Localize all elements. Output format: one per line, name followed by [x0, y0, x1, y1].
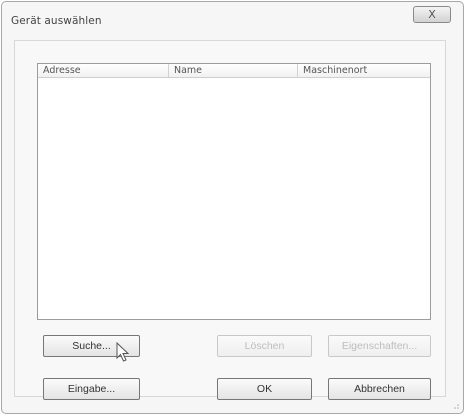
dialog-title: Gerät auswählen: [11, 15, 102, 27]
column-header-name[interactable]: Name: [169, 64, 298, 77]
ok-button[interactable]: OK: [217, 378, 312, 400]
list-header: Adresse Name Maschinenort: [38, 64, 430, 78]
close-icon: X: [428, 7, 436, 21]
resize-grip-icon[interactable]: [450, 400, 460, 410]
column-header-location[interactable]: Maschinenort: [298, 64, 430, 77]
column-header-address[interactable]: Adresse: [38, 64, 169, 77]
properties-button[interactable]: Eigenschaften...: [328, 335, 431, 357]
delete-button[interactable]: Löschen: [217, 335, 312, 357]
title-bar[interactable]: Gerät auswählen X: [2, 2, 463, 42]
mouse-pointer-icon: [116, 342, 130, 362]
close-button[interactable]: X: [413, 6, 451, 23]
device-list[interactable]: Adresse Name Maschinenort: [37, 63, 431, 320]
input-button[interactable]: Eingabe...: [43, 378, 140, 400]
cancel-button[interactable]: Abbrechen: [328, 378, 431, 400]
